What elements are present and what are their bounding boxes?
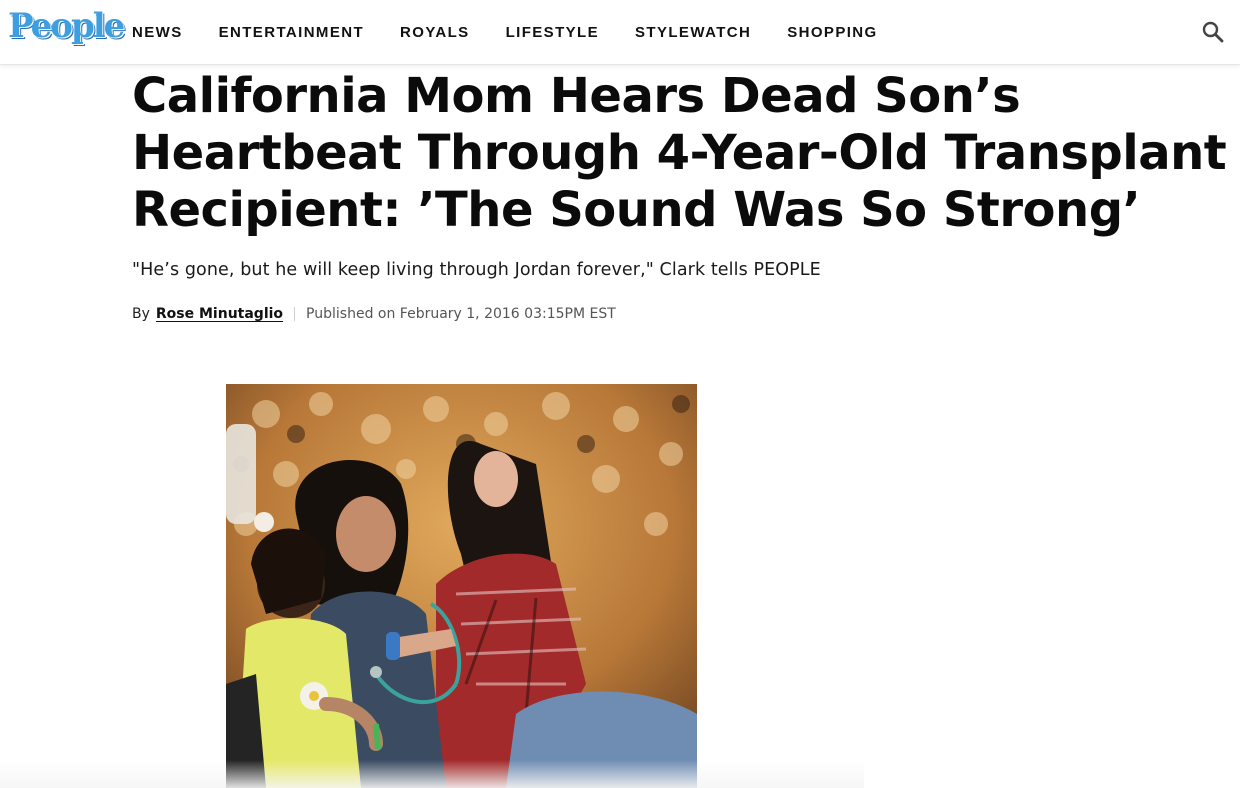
people-logo[interactable]: People	[8, 6, 125, 46]
nav-item-entertainment[interactable]: ENTERTAINMENT	[219, 24, 364, 41]
nav-item-lifestyle[interactable]: LIFESTYLE	[506, 24, 599, 41]
site-header: People NEWS ENTERTAINMENT ROYALS LIFESTY…	[0, 0, 1240, 65]
byline-prefix: By	[132, 306, 150, 322]
byline: By Rose Minutaglio Published on February…	[132, 306, 1232, 322]
nav-item-royals[interactable]: ROYALS	[400, 24, 470, 41]
nav-item-shopping[interactable]: SHOPPING	[787, 24, 877, 41]
byline-divider	[294, 307, 296, 321]
publish-date: Published on February 1, 2016 03:15PM ES…	[306, 306, 616, 322]
main-nav: NEWS ENTERTAINMENT ROYALS LIFESTYLE STYL…	[132, 0, 914, 64]
nav-item-news[interactable]: NEWS	[132, 24, 183, 41]
nav-item-stylewatch[interactable]: STYLEWATCH	[635, 24, 751, 41]
article-headline: California Mom Hears Dead Son’s Heartbea…	[132, 68, 1227, 238]
article: California Mom Hears Dead Son’s Heartbea…	[132, 68, 1232, 322]
author-link[interactable]: Rose Minutaglio	[156, 306, 283, 322]
search-button[interactable]	[1200, 19, 1226, 45]
search-icon	[1202, 21, 1224, 43]
article-subheading: "He’s gone, but he will keep living thro…	[132, 260, 821, 280]
hero-photo-illustration	[226, 384, 697, 788]
hero-photo[interactable]	[226, 384, 697, 788]
